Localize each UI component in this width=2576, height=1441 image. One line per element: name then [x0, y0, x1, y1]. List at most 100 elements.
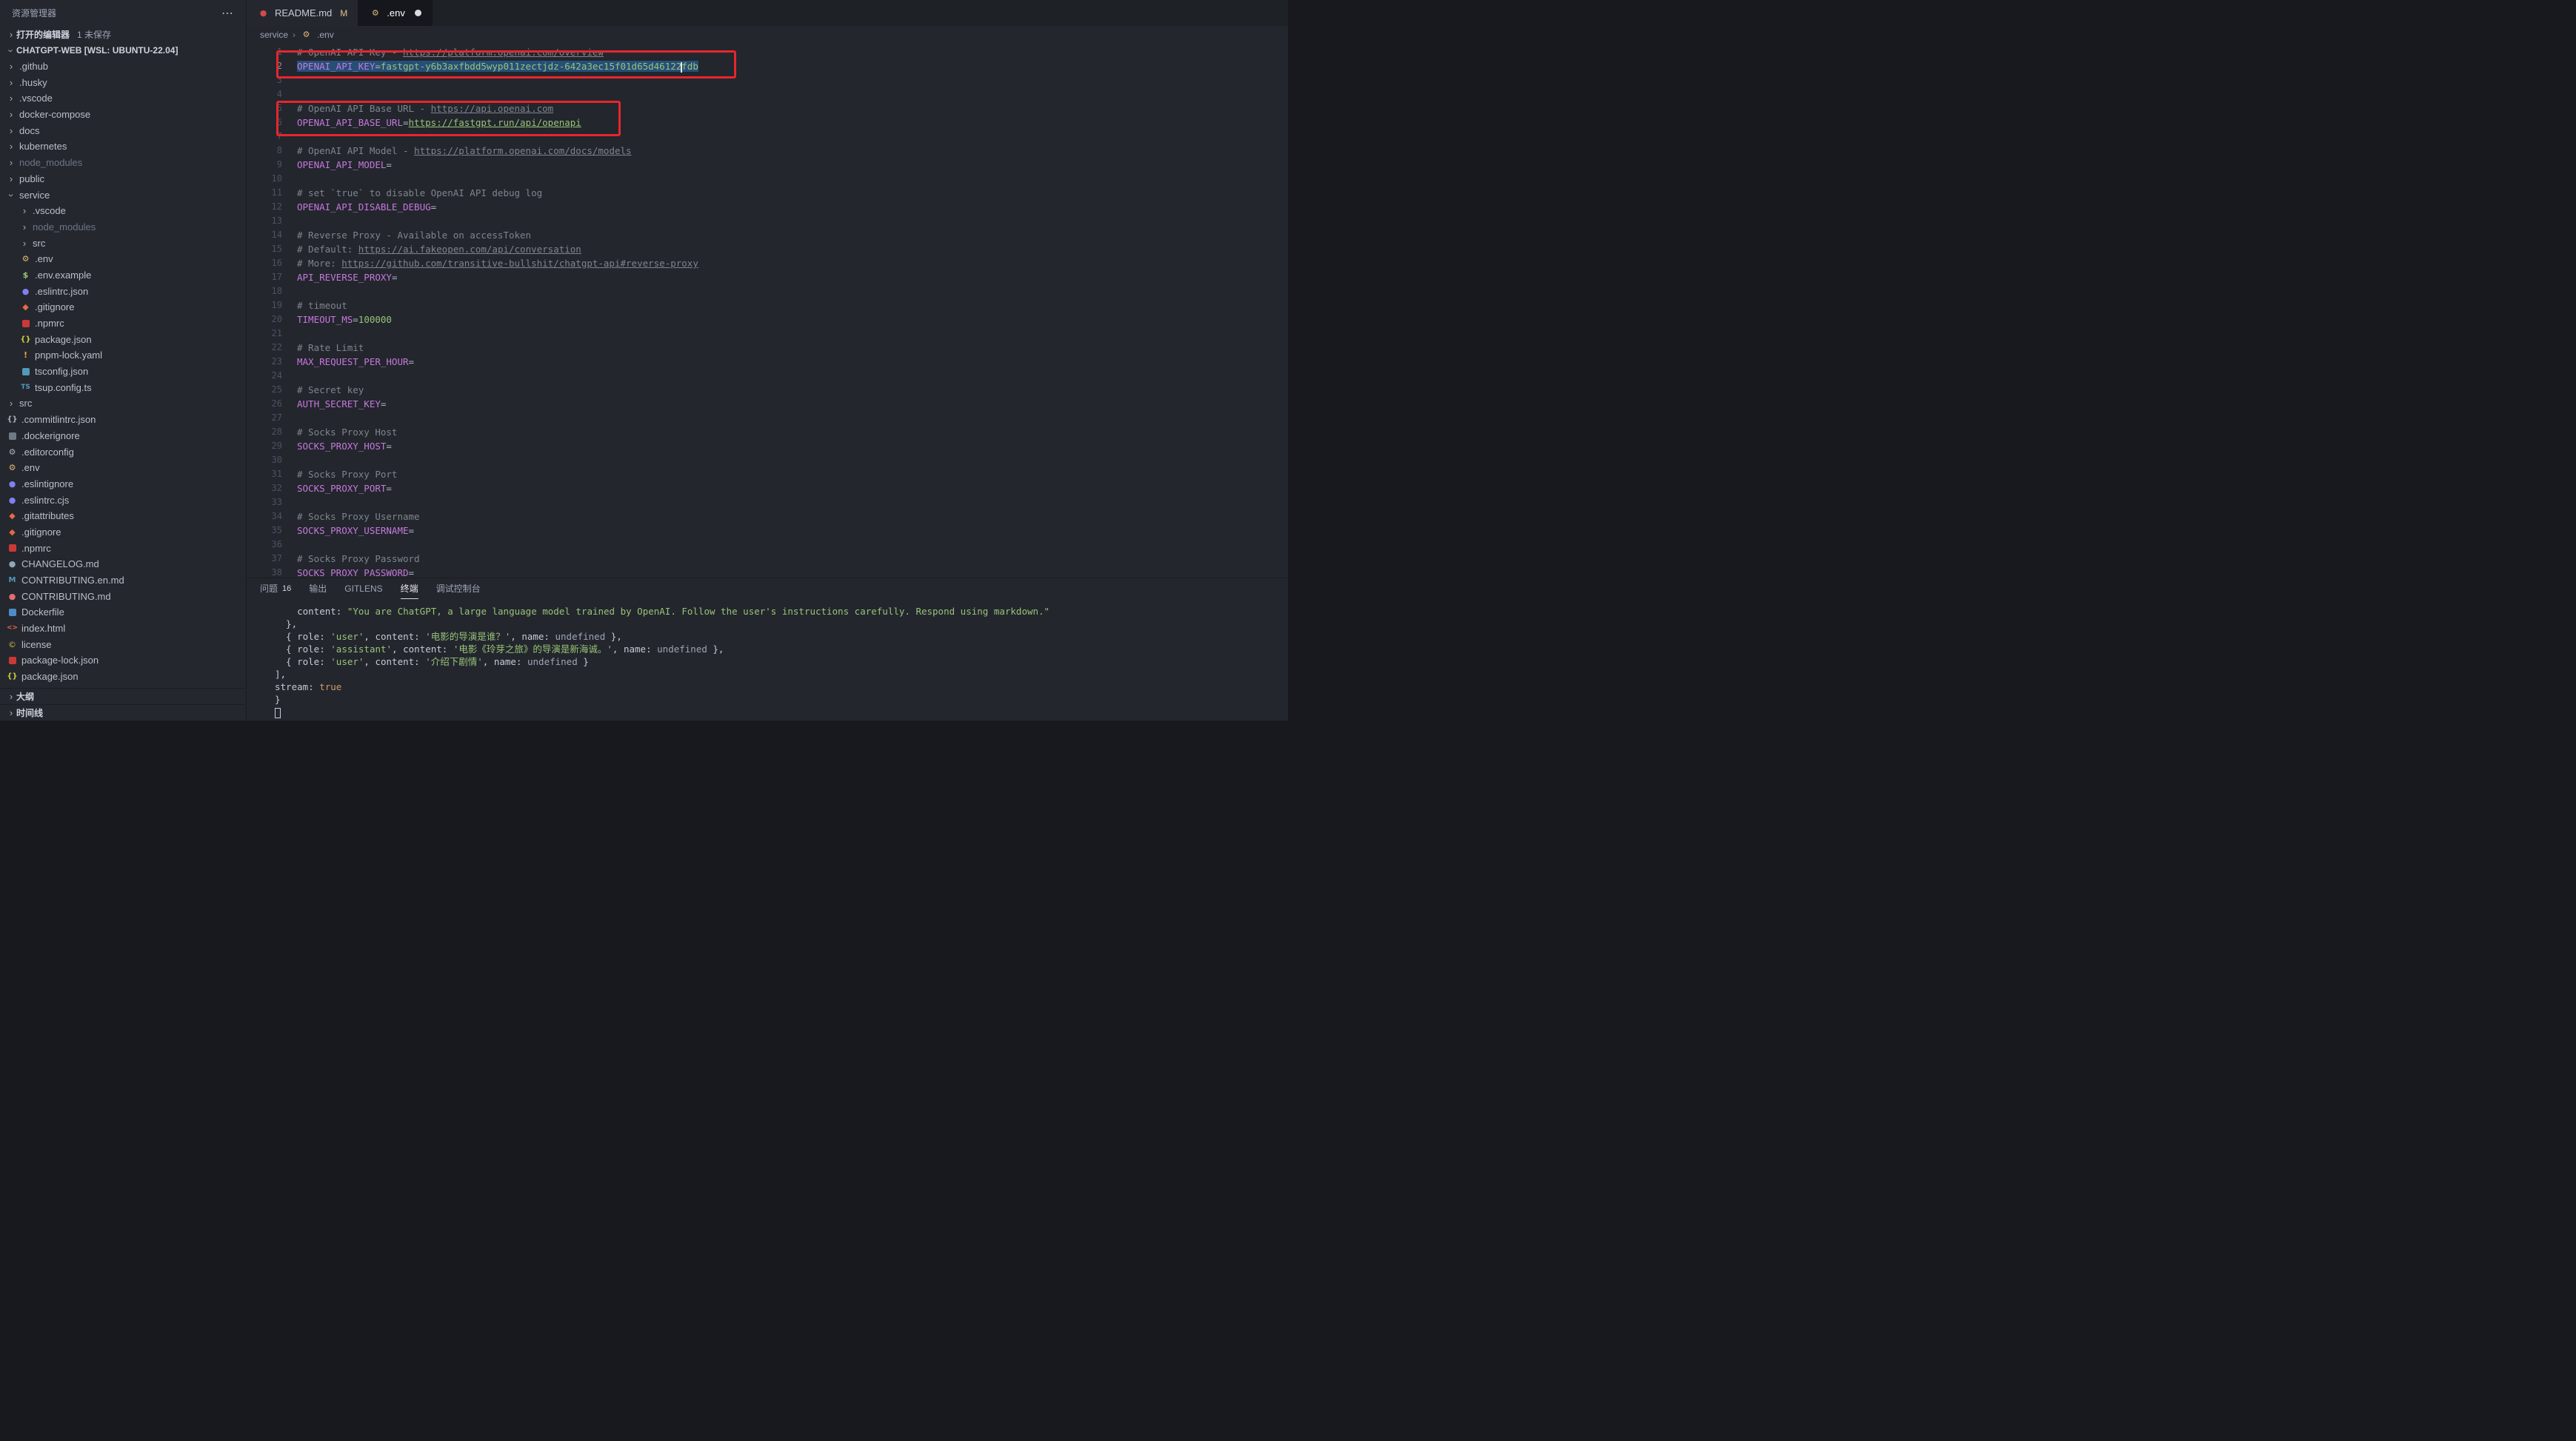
code-line-23[interactable]: 23MAX_REQUEST_PER_HOUR=	[247, 355, 1288, 369]
tree-item-package.json[interactable]: {}package.json	[0, 669, 246, 685]
tree-item-.dockerignore[interactable]: .dockerignore	[0, 428, 246, 444]
tree-item-CONTRIBUTING.md[interactable]: ●CONTRIBUTING.md	[0, 589, 246, 605]
code-line-35[interactable]: 35SOCKS_PROXY_USERNAME=	[247, 524, 1288, 538]
line-text: API_REVERSE_PROXY=	[282, 270, 397, 284]
code-line-29[interactable]: 29SOCKS_PROXY_HOST=	[247, 439, 1288, 453]
code-line-2[interactable]: 2OPENAI_API_KEY=fastgpt-y6b3axfbdd5wyp01…	[247, 59, 1288, 73]
code-line-18[interactable]: 18	[247, 284, 1288, 298]
tree-item-.gitignore[interactable]: ◆.gitignore	[0, 524, 246, 541]
code-line-36[interactable]: 36	[247, 538, 1288, 552]
code-line-20[interactable]: 20TIMEOUT_MS=100000	[247, 312, 1288, 327]
tree-item-pnpm-lock.yaml[interactable]: !pnpm-lock.yaml	[0, 347, 246, 364]
code-line-6[interactable]: 6OPENAI_API_BASE_URL=https://fastgpt.run…	[247, 116, 1288, 130]
terminal-output[interactable]: content: "You are ChatGPT, a large langu…	[247, 599, 1288, 720]
outline-section[interactable]: › 大纲	[0, 688, 246, 704]
code-line-7[interactable]: 7	[247, 130, 1288, 144]
project-root-section[interactable]: › CHATGPT-WEB [WSL: UBUNTU-22.04]	[0, 42, 246, 58]
tree-item-.vscode[interactable]: ›.vscode	[0, 90, 246, 107]
tree-item-.eslintrc.json[interactable]: ●.eslintrc.json	[0, 284, 246, 300]
code-line-24[interactable]: 24	[247, 369, 1288, 383]
tree-item-.github[interactable]: ›.github	[0, 58, 246, 75]
open-editors-section[interactable]: › 打开的编辑器 1 未保存	[0, 26, 246, 42]
tree-item-package-lock.json[interactable]: package-lock.json	[0, 652, 246, 669]
panel-tab-GITLENS[interactable]: GITLENS	[344, 578, 382, 599]
breadcrumb[interactable]: service›⚙.env	[247, 26, 1288, 43]
code-line-14[interactable]: 14# Reverse Proxy - Available on accessT…	[247, 228, 1288, 242]
tree-item-.commitlintrc.json[interactable]: {}.commitlintrc.json	[0, 412, 246, 428]
tree-item-CHANGELOG.md[interactable]: ●CHANGELOG.md	[0, 556, 246, 572]
tree-item-.npmrc[interactable]: .npmrc	[0, 315, 246, 332]
tree-item-Dockerfile[interactable]: Dockerfile	[0, 604, 246, 621]
code-line-8[interactable]: 8# OpenAI API Model - https://platform.o…	[247, 144, 1288, 158]
code-line-9[interactable]: 9OPENAI_API_MODEL=	[247, 158, 1288, 172]
panel-tab-终端[interactable]: 终端	[401, 578, 418, 599]
tree-item-.npmrc[interactable]: .npmrc	[0, 541, 246, 557]
code-line-12[interactable]: 12OPENAI_API_DISABLE_DEBUG=	[247, 200, 1288, 214]
code-line-22[interactable]: 22# Rate Limit	[247, 341, 1288, 355]
code-line-5[interactable]: 5# OpenAI API Base URL - https://api.ope…	[247, 101, 1288, 116]
tree-item-.gitignore[interactable]: ◆.gitignore	[0, 299, 246, 315]
tree-item-.husky[interactable]: ›.husky	[0, 75, 246, 91]
tree-item-CONTRIBUTING.en.md[interactable]: MCONTRIBUTING.en.md	[0, 572, 246, 589]
code-line-25[interactable]: 25# Secret key	[247, 383, 1288, 397]
line-text-segments: # Socks Proxy Port	[297, 469, 397, 480]
code-line-3[interactable]: 3	[247, 73, 1288, 87]
tree-item-docs[interactable]: ›docs	[0, 123, 246, 139]
tree-item-.env.example[interactable]: $.env.example	[0, 267, 246, 284]
panel-tab-调试控制台[interactable]: 调试控制台	[436, 578, 481, 599]
tree-item-.eslintrc.cjs[interactable]: ●.eslintrc.cjs	[0, 492, 246, 509]
code-line-26[interactable]: 26AUTH_SECRET_KEY=	[247, 397, 1288, 411]
tree-item-tsconfig.json[interactable]: tsconfig.json	[0, 364, 246, 380]
code-line-31[interactable]: 31# Socks Proxy Port	[247, 467, 1288, 481]
breadcrumb-item[interactable]: .env	[317, 30, 334, 40]
code-line-38[interactable]: 38SOCKS_PROXY_PASSWORD=	[247, 566, 1288, 578]
tree-item-src[interactable]: ›src	[0, 235, 246, 252]
tree-item-node_modules[interactable]: ›node_modules	[0, 219, 246, 235]
code-line-27[interactable]: 27	[247, 411, 1288, 425]
code-line-30[interactable]: 30	[247, 453, 1288, 467]
code-line-17[interactable]: 17API_REVERSE_PROXY=	[247, 270, 1288, 284]
code-line-10[interactable]: 10	[247, 172, 1288, 186]
code-line-4[interactable]: 4	[247, 87, 1288, 101]
timeline-section[interactable]: › 时间线	[0, 704, 246, 720]
panel-tab-输出[interactable]: 输出	[309, 578, 327, 599]
breadcrumb-item[interactable]: service	[260, 30, 288, 40]
tree-item-kubernetes[interactable]: ›kubernetes	[0, 138, 246, 155]
code-line-32[interactable]: 32SOCKS_PROXY_PORT=	[247, 481, 1288, 495]
unsaved-dot-icon[interactable]	[415, 10, 421, 16]
panel-tab-问题[interactable]: 问题16	[260, 578, 291, 599]
tree-item-public[interactable]: ›public	[0, 171, 246, 187]
terminal-line: ],	[275, 668, 1288, 681]
terminal-line: content: "You are ChatGPT, a large langu…	[275, 605, 1288, 618]
code-line-28[interactable]: 28# Socks Proxy Host	[247, 425, 1288, 439]
tree-item-package.json[interactable]: {}package.json	[0, 332, 246, 348]
tree-item-.eslintignore[interactable]: ●.eslintignore	[0, 476, 246, 492]
tree-item-.env[interactable]: ⚙.env	[0, 251, 246, 267]
code-line-15[interactable]: 15# Default: https://ai.fakeopen.com/api…	[247, 242, 1288, 256]
tree-item-.vscode[interactable]: ›.vscode	[0, 203, 246, 219]
code-line-16[interactable]: 16# More: https://github.com/transitive-…	[247, 256, 1288, 270]
tree-item-tsup.config.ts[interactable]: TStsup.config.ts	[0, 380, 246, 396]
project-root-label: CHATGPT-WEB [WSL: UBUNTU-22.04]	[16, 45, 178, 56]
tab-README.md[interactable]: ●README.mdM	[247, 0, 358, 26]
tree-item-service[interactable]: ›service	[0, 187, 246, 204]
tree-item-.env[interactable]: ⚙.env	[0, 460, 246, 476]
code-line-13[interactable]: 13	[247, 214, 1288, 228]
code-editor[interactable]: 1# OpenAI API Key - https://platform.ope…	[247, 43, 1288, 578]
more-actions-icon[interactable]: ⋯	[221, 6, 234, 21]
code-line-34[interactable]: 34# Socks Proxy Username	[247, 509, 1288, 524]
tree-item-docker-compose[interactable]: ›docker-compose	[0, 107, 246, 123]
code-line-19[interactable]: 19# timeout	[247, 298, 1288, 312]
tree-item-.gitattributes[interactable]: ◆.gitattributes	[0, 508, 246, 524]
code-line-1[interactable]: 1# OpenAI API Key - https://platform.ope…	[247, 45, 1288, 59]
tree-item-.editorconfig[interactable]: ⚙.editorconfig	[0, 444, 246, 461]
code-line-21[interactable]: 21	[247, 327, 1288, 341]
code-line-33[interactable]: 33	[247, 495, 1288, 509]
code-line-37[interactable]: 37# Socks Proxy Password	[247, 552, 1288, 566]
tree-item-index.html[interactable]: <>index.html	[0, 621, 246, 637]
tree-item-node_modules[interactable]: ›node_modules	[0, 155, 246, 171]
code-line-11[interactable]: 11# set `true` to disable OpenAI API deb…	[247, 186, 1288, 200]
tree-item-src[interactable]: ›src	[0, 395, 246, 412]
tree-item-license[interactable]: ©license	[0, 637, 246, 653]
tab-.env[interactable]: ⚙.env	[358, 0, 433, 26]
